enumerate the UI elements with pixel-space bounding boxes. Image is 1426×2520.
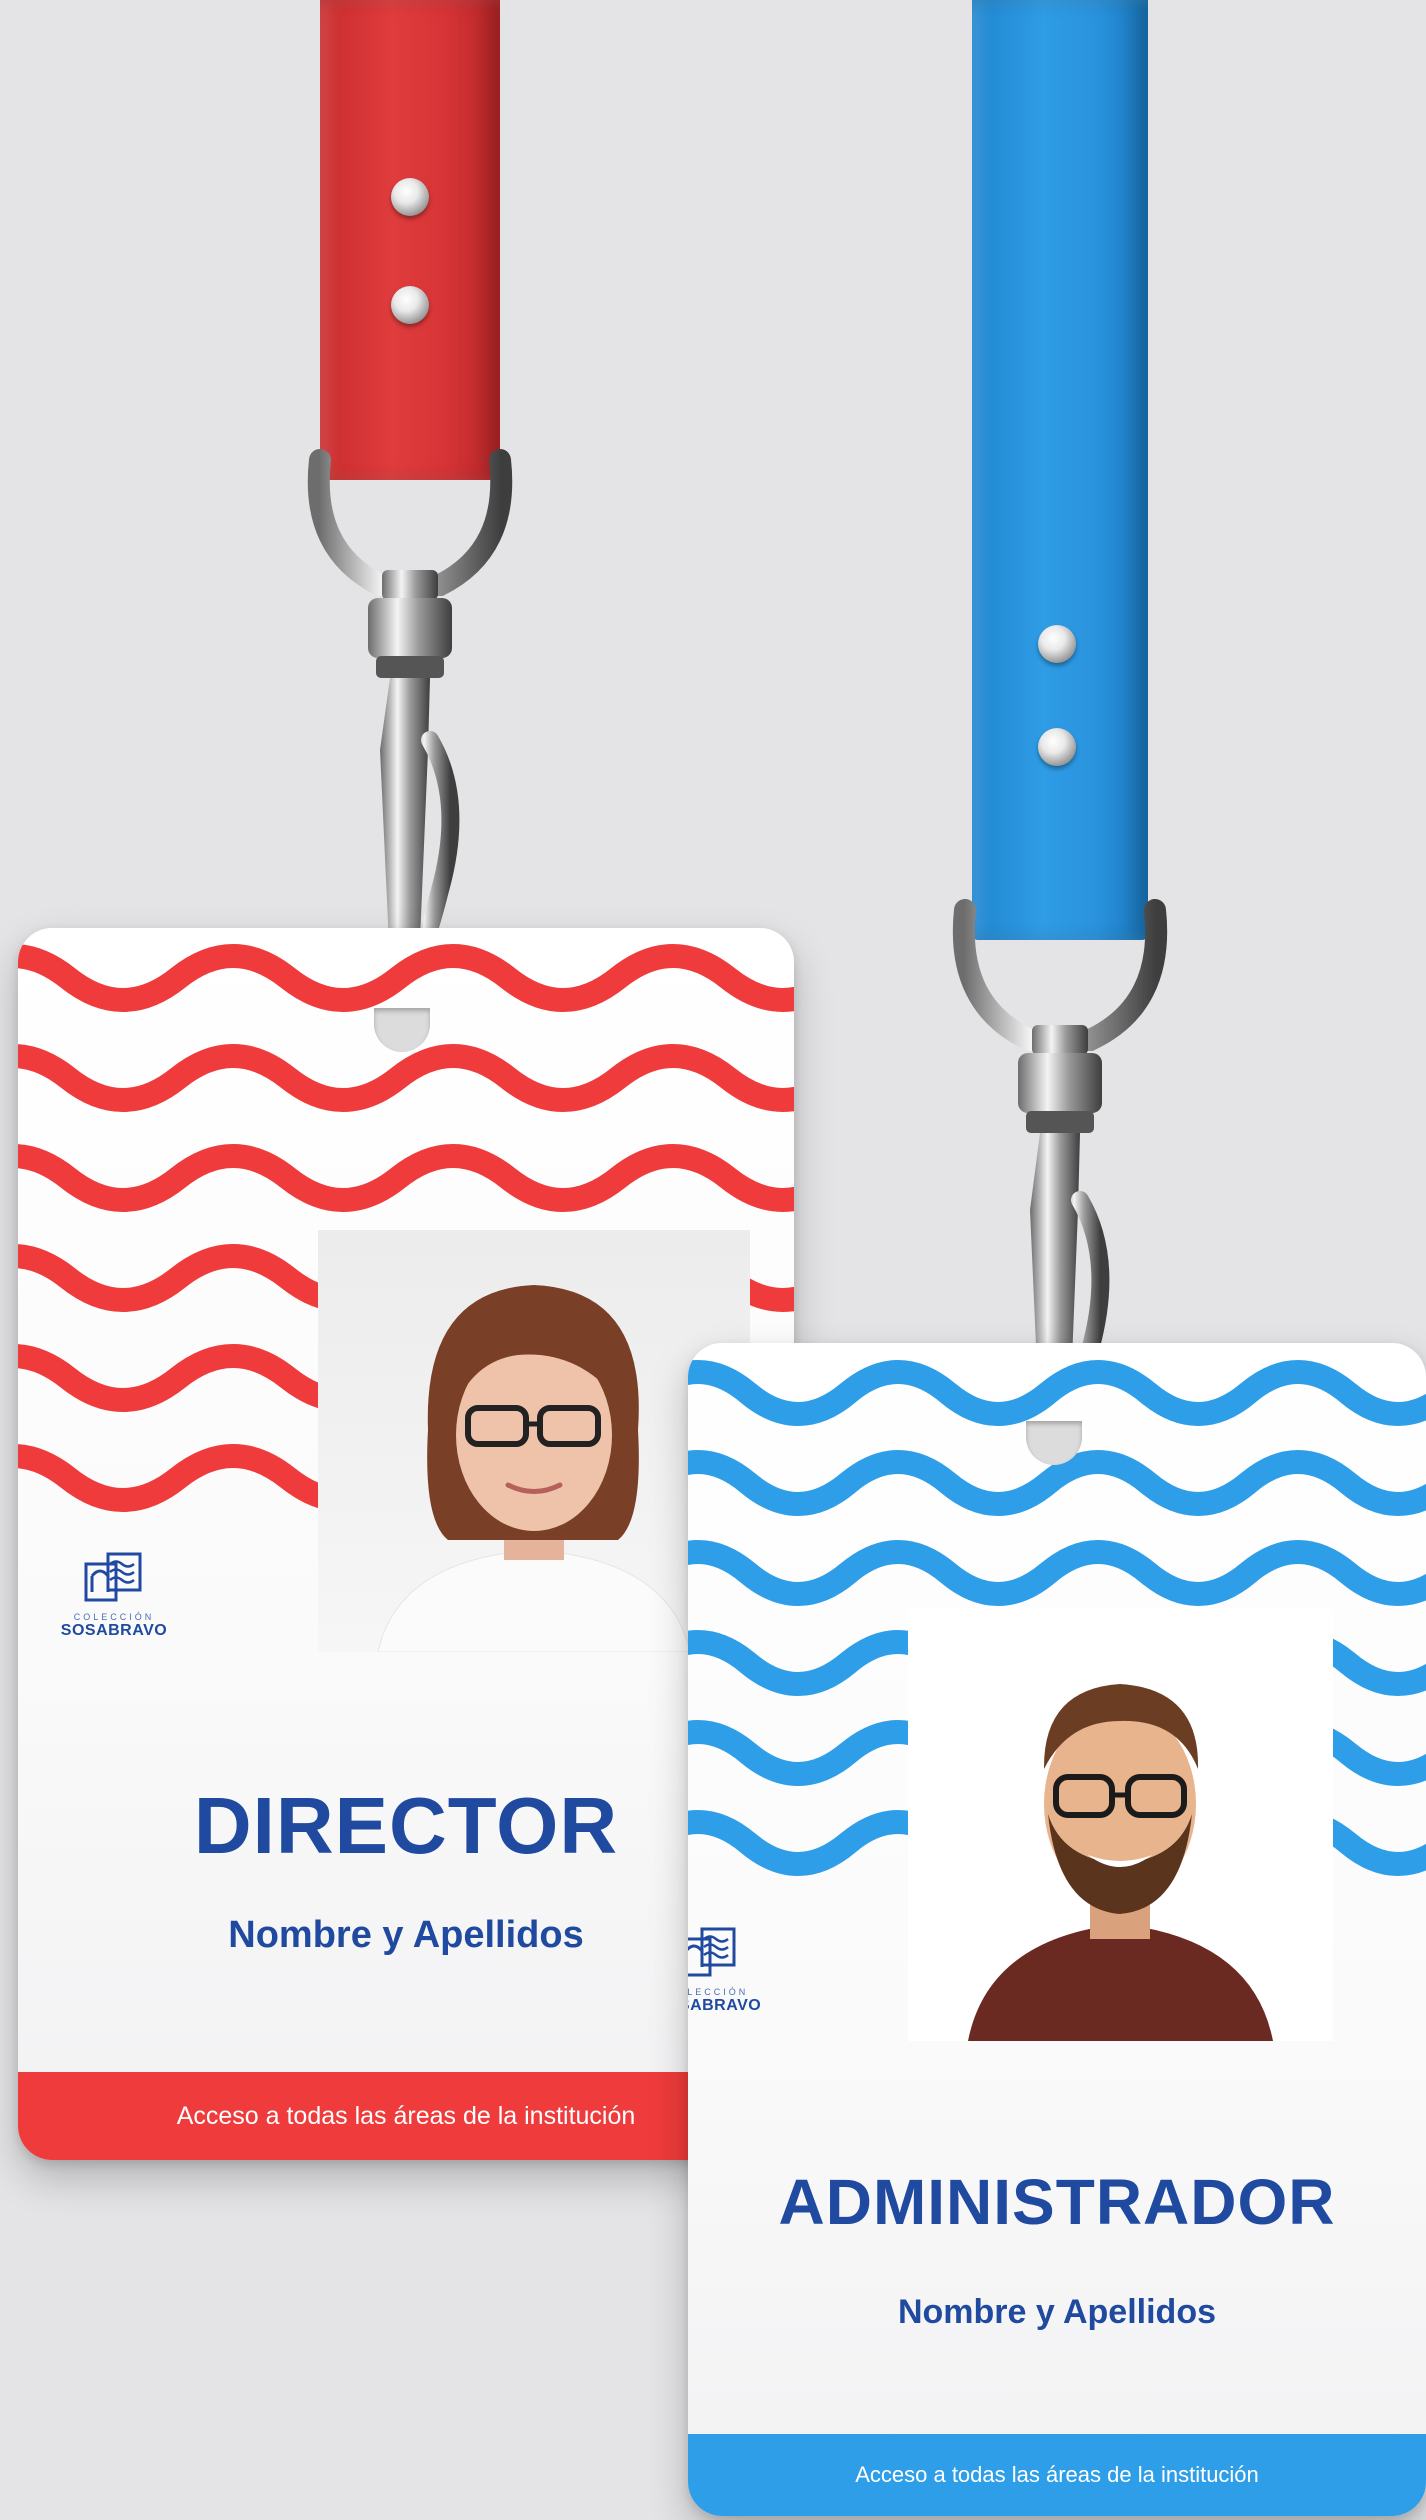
logo-subtitle: COLECCIÓN [73, 1612, 155, 1622]
sosabravo-logo: COLECCIÓN SOSABRAVO [688, 1925, 768, 2015]
rivet-icon [391, 178, 429, 216]
access-footer-text: Acceso a todas las áreas de la instituci… [855, 2462, 1259, 2487]
rivet-icon [391, 286, 429, 324]
administrador-photo [908, 1609, 1333, 2041]
director-photo [318, 1230, 750, 1652]
logo-title: SOSABRAVO [60, 1622, 168, 1639]
blue-lanyard-strap [972, 0, 1148, 940]
logo-subtitle: COLECCIÓN [688, 1987, 749, 1997]
person-name: Nombre y Apellidos [897, 2293, 1217, 2331]
access-footer: Acceso a todas las áreas de la instituci… [18, 2072, 794, 2160]
role-title: DIRECTOR [193, 1781, 619, 1870]
rivet-icon [1038, 728, 1076, 766]
access-footer: Acceso a todas las áreas de la instituci… [688, 2434, 1426, 2516]
sosabravo-logo: COLECCIÓN SOSABRAVO [54, 1550, 174, 1640]
sosabravo-emblem-icon [688, 1927, 736, 1977]
access-footer-text: Acceso a todas las áreas de la instituci… [176, 2102, 636, 2130]
logo-title: SOSABRAVO [688, 1997, 762, 2014]
director-badge: COLECCIÓN SOSABRAVO DIRECTOR Nombre y Ap… [18, 928, 794, 2160]
administrador-badge: COLECCIÓN SOSABRAVO ADMINISTRADOR Nombre… [688, 1343, 1426, 2516]
rivet-icon [1038, 625, 1076, 663]
sosabravo-emblem-icon [84, 1552, 142, 1602]
role-title: ADMINISTRADOR [778, 2166, 1336, 2238]
red-lanyard-strap [320, 0, 500, 480]
person-name: Nombre y Apellidos [228, 1914, 584, 1956]
